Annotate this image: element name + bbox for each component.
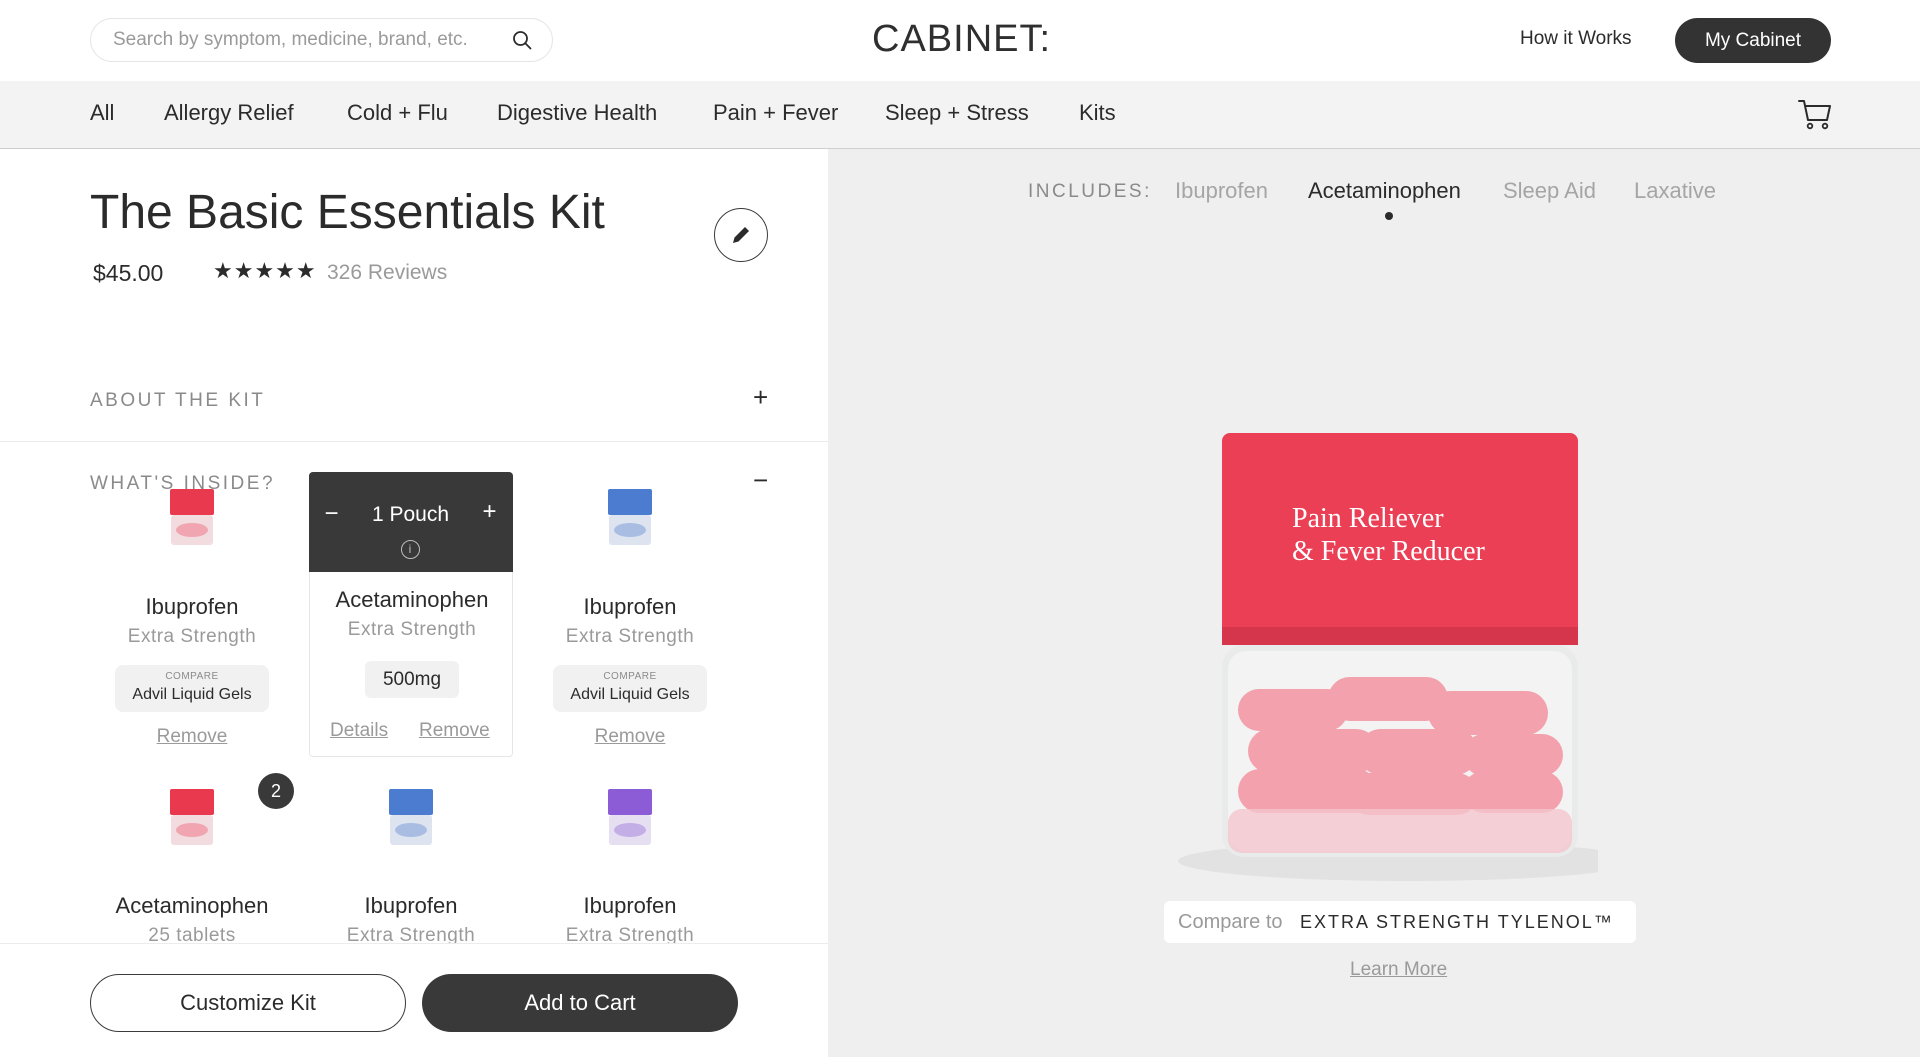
- compare-tag: COMPARE Advil Liquid Gels: [553, 665, 707, 712]
- item-name: Acetaminophen: [335, 587, 489, 612]
- add-to-cart-button[interactable]: Add to Cart: [422, 974, 738, 1032]
- product-jar-image: Pain Reliever & Fever Reducer: [1178, 433, 1598, 881]
- quantity-badge: 2: [258, 773, 294, 809]
- collapse-icon: −: [753, 465, 769, 495]
- details-link[interactable]: Details: [330, 720, 388, 742]
- item-strength: Extra Strength: [565, 626, 695, 647]
- header: CABINET: How it Works My Cabinet: [0, 0, 1920, 81]
- pencil-icon: [733, 227, 749, 243]
- compare-tag: COMPARE Advil Liquid Gels: [115, 665, 269, 712]
- compare-to-label: Compare to: [1178, 911, 1283, 933]
- star-rating: ★★★★★: [213, 258, 317, 283]
- item-strength: Extra Strength: [127, 626, 257, 647]
- item-name: Acetaminophen: [115, 893, 269, 918]
- item-name: Ibuprofen: [364, 893, 458, 918]
- expand-icon: +: [753, 382, 769, 412]
- includes-tab-acetaminophen[interactable]: Acetaminophen: [1308, 178, 1461, 204]
- item-strength: Extra Strength: [347, 619, 477, 640]
- nav-item-cold-flu[interactable]: Cold + Flu: [347, 100, 448, 126]
- customize-kit-button[interactable]: Customize Kit: [90, 974, 406, 1032]
- compare-to-box: Compare to EXTRA STRENGTH TYLENOL™: [1164, 901, 1636, 943]
- price: $45.00: [93, 260, 164, 286]
- blue-jar-icon: [608, 489, 652, 545]
- learn-more-link[interactable]: Learn More: [1350, 959, 1447, 981]
- nav-item-sleep-stress[interactable]: Sleep + Stress: [885, 100, 1029, 126]
- blue-jar-icon: [389, 789, 433, 845]
- jar-label-line-2: & Fever Reducer: [1292, 536, 1485, 567]
- search-bar[interactable]: [90, 18, 553, 62]
- includes-tab-ibuprofen[interactable]: Ibuprofen: [1175, 178, 1268, 204]
- includes-tab-laxative[interactable]: Laxative: [1634, 178, 1716, 204]
- red-jar-icon: [170, 489, 214, 545]
- compare-brand: Advil Liquid Gels: [570, 686, 690, 703]
- nav-item-all[interactable]: All: [90, 100, 114, 126]
- item-name: Ibuprofen: [145, 594, 239, 619]
- product-showcase: INCLUDES: Ibuprofen Acetaminophen Sleep …: [828, 149, 1920, 1057]
- category-nav: All Allergy Relief Cold + Flu Digestive …: [0, 81, 1920, 149]
- jar-label-line-1: Pain Reliever: [1292, 503, 1444, 534]
- logo[interactable]: CABINET:: [872, 18, 1051, 61]
- increase-quantity-button[interactable]: +: [479, 498, 501, 526]
- action-footer: Customize Kit Add to Cart: [0, 943, 828, 1057]
- includes-tab-sleep-aid[interactable]: Sleep Aid: [1503, 178, 1596, 204]
- nav-item-allergy-relief[interactable]: Allergy Relief: [164, 100, 294, 126]
- compare-label: COMPARE: [603, 671, 657, 682]
- compare-label: COMPARE: [165, 671, 219, 682]
- dose-tag: 500mg: [365, 661, 459, 698]
- quantity-stepper: − 1 Pouch + i: [308, 471, 513, 572]
- compare-to-brand: EXTRA STRENGTH TYLENOL™: [1300, 912, 1614, 932]
- nav-item-pain-fever[interactable]: Pain + Fever: [713, 100, 838, 126]
- red-jar-icon: [170, 789, 214, 845]
- item-name: Ibuprofen: [583, 893, 677, 918]
- search-input[interactable]: [113, 19, 503, 60]
- cart-icon[interactable]: [1797, 97, 1833, 131]
- edit-kit-button[interactable]: [714, 208, 768, 262]
- about-kit-label: ABOUT THE KIT: [90, 390, 266, 411]
- reviews-link[interactable]: 326 Reviews: [327, 261, 447, 285]
- nav-item-kits[interactable]: Kits: [1079, 100, 1116, 126]
- how-it-works-link[interactable]: How it Works: [1520, 28, 1632, 50]
- my-cabinet-button[interactable]: My Cabinet: [1675, 18, 1831, 63]
- remove-link[interactable]: Remove: [90, 726, 294, 748]
- kit-details-panel: The Basic Essentials Kit $45.00 ★★★★★ 32…: [0, 149, 828, 1057]
- includes-label: INCLUDES:: [1028, 181, 1152, 202]
- item-name: Ibuprofen: [583, 594, 677, 619]
- nav-item-digestive-health[interactable]: Digestive Health: [497, 100, 657, 126]
- search-icon[interactable]: [512, 30, 532, 50]
- compare-brand: Advil Liquid Gels: [132, 686, 252, 703]
- remove-link[interactable]: Remove: [419, 720, 490, 742]
- kit-item-acetaminophen-selected[interactable]: − 1 Pouch + i Acetaminophen Extra Streng…: [308, 471, 513, 757]
- purple-jar-icon: [608, 789, 652, 845]
- about-kit-accordion[interactable]: ABOUT THE KIT +: [0, 362, 828, 442]
- active-tab-indicator: [1385, 212, 1393, 220]
- info-icon[interactable]: i: [400, 539, 420, 559]
- remove-link[interactable]: Remove: [528, 726, 732, 748]
- page-title: The Basic Essentials Kit: [90, 186, 605, 239]
